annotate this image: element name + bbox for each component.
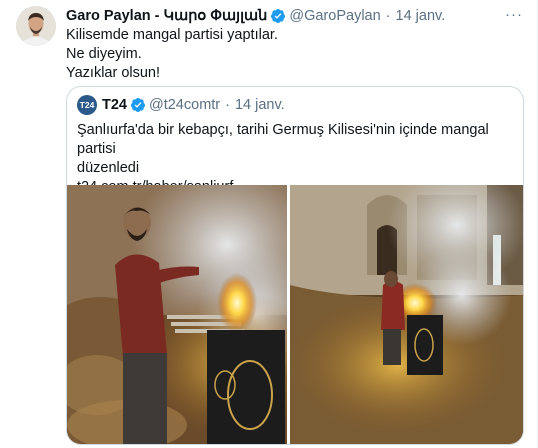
quoted-header: T24 T24 @t24comtr · 14 janv. [77, 95, 285, 115]
tweet-text-line: Yazıklar olsun! [66, 65, 161, 81]
more-icon[interactable]: ··· [503, 4, 525, 24]
tweet-text-line: Ne diyeyim. [66, 46, 142, 62]
author-name[interactable]: Garo Paylan - Կարօ Փայլան [66, 8, 267, 24]
quoted-tweet[interactable]: T24 T24 @t24comtr · 14 janv. Şanlıurfa'd… [66, 86, 524, 445]
author-handle[interactable]: @GaroPaylan [289, 8, 380, 24]
charcoal-box-left [207, 330, 285, 444]
media-photo-right[interactable] [287, 185, 523, 445]
charcoal-box-right [407, 315, 443, 375]
verified-badge-icon [271, 9, 286, 23]
quoted-text-line: düzenledi [77, 160, 140, 176]
quoted-avatar: T24 [77, 95, 97, 115]
separator-dot: · [225, 97, 230, 113]
tweet-text-line: Kilisemde mangal partisi yaptılar. [66, 27, 278, 43]
tweet-text: Kilisemde mangal partisi yaptılar. Ne di… [66, 26, 278, 83]
quoted-time: 14 janv. [234, 97, 285, 113]
quoted-author-name: T24 [102, 97, 127, 113]
author-avatar[interactable] [16, 6, 56, 46]
quoted-author-handle: @t24comtr [149, 97, 221, 113]
quoted-text-line: Şanlıurfa'da bir kebapçı, tarihi Germuş … [77, 122, 489, 157]
tweet[interactable]: Garo Paylan - Կարօ Փայլան @GaroPaylan · … [0, 0, 538, 448]
tweet-header: Garo Paylan - Կարօ Փայլան @GaroPaylan · … [66, 6, 445, 26]
tweet-time[interactable]: 14 janv. [396, 8, 446, 24]
separator-dot: · [385, 8, 391, 24]
verified-badge-icon [131, 98, 145, 112]
media-grid [67, 185, 523, 445]
